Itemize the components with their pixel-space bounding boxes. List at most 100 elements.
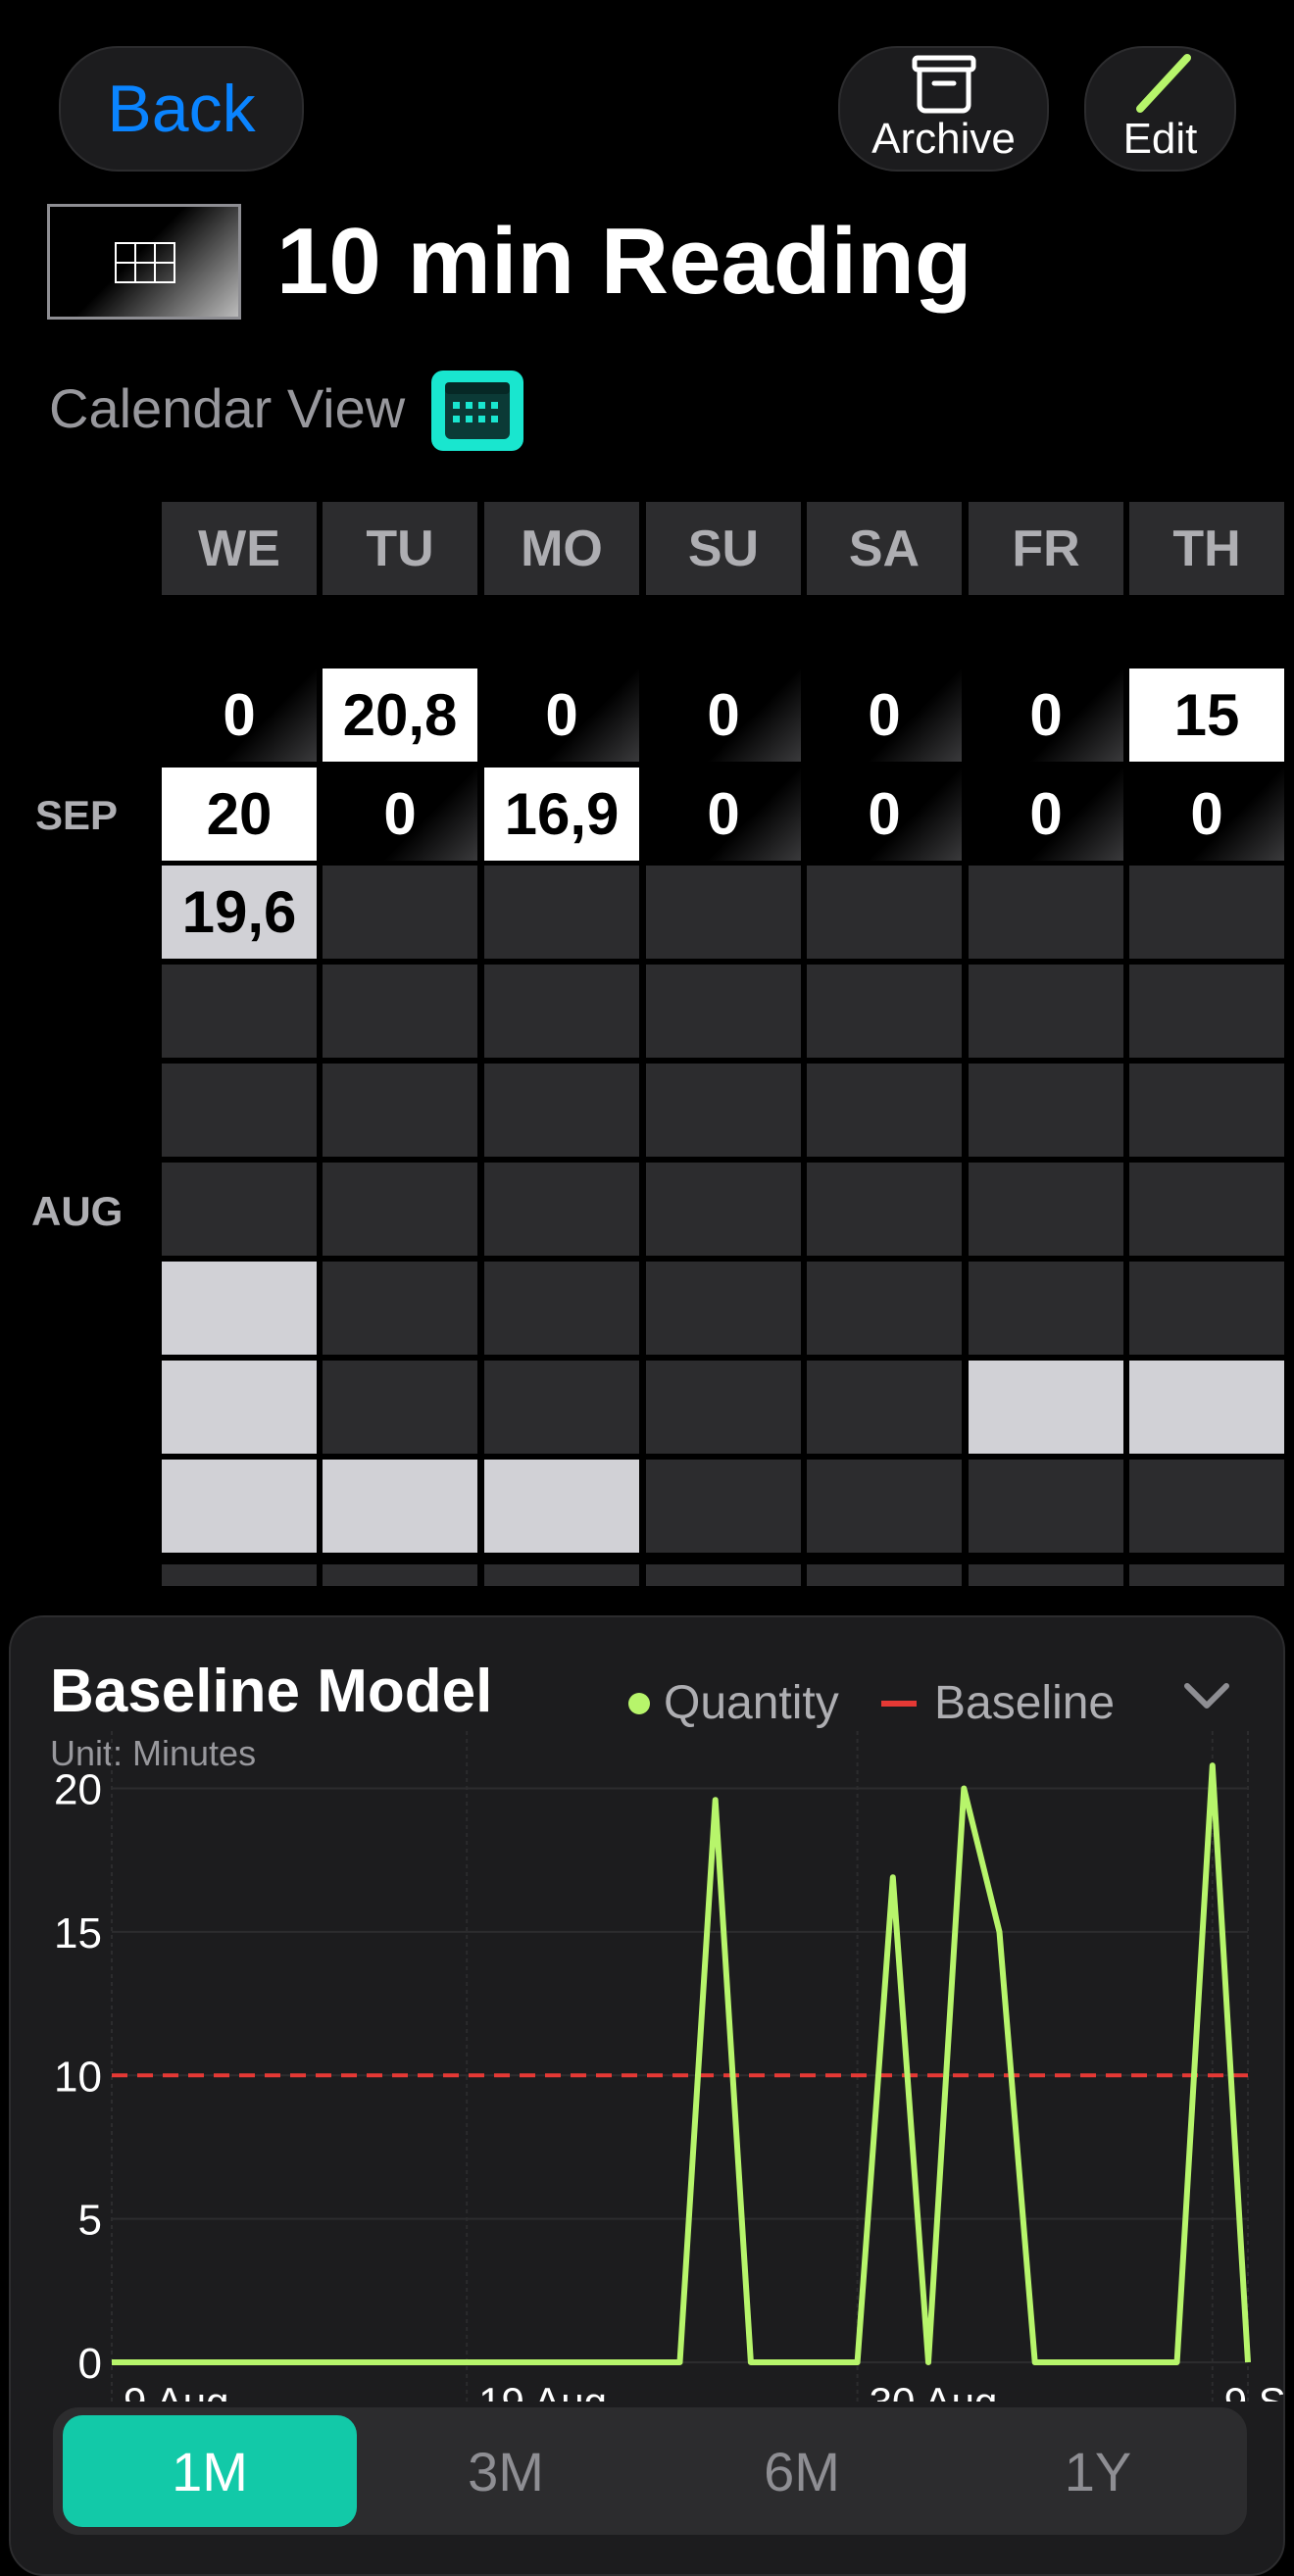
calendar-day-cell[interactable] bbox=[646, 1064, 801, 1157]
calendar-day-cell[interactable] bbox=[484, 965, 639, 1058]
pencil-icon bbox=[1126, 54, 1195, 115]
y-tick-label: 10 bbox=[54, 2053, 102, 2101]
calendar-day-cell[interactable] bbox=[484, 1262, 639, 1355]
calendar-day-cell[interactable]: 0 bbox=[969, 768, 1123, 861]
habit-title: 10 min Reading bbox=[276, 208, 972, 316]
calendar-day-cell[interactable]: 19,6 bbox=[162, 866, 317, 959]
calendar-day-cell[interactable]: 0 bbox=[646, 669, 801, 762]
calendar-day-cell[interactable] bbox=[1129, 1262, 1284, 1355]
calendar-day-cell[interactable] bbox=[162, 1064, 317, 1157]
calendar-day-cell[interactable] bbox=[807, 1163, 962, 1256]
calendar-day-cell[interactable] bbox=[807, 1064, 962, 1157]
calendar-day-cell[interactable] bbox=[646, 1163, 801, 1256]
archive-button[interactable]: Archive bbox=[838, 46, 1049, 172]
y-tick-label: 5 bbox=[78, 2197, 102, 2245]
calendar-day-cell[interactable] bbox=[969, 1163, 1123, 1256]
calendar-day-cell[interactable]: 0 bbox=[484, 669, 639, 762]
calendar-day-cell[interactable] bbox=[484, 1361, 639, 1454]
x-tick-label: 9 Aug bbox=[124, 2379, 228, 2402]
range-tab-6m[interactable]: 6M bbox=[655, 2415, 949, 2527]
quantity-line bbox=[112, 1765, 1248, 2362]
calendar-day-cell[interactable] bbox=[807, 1361, 962, 1454]
calendar-day-cell[interactable]: 0 bbox=[1129, 768, 1284, 861]
calendar-day-cell[interactable] bbox=[969, 965, 1123, 1058]
calendar-day-cell[interactable] bbox=[323, 1064, 477, 1157]
calendar-day-cell[interactable]: 20 bbox=[162, 768, 317, 861]
range-tab-3m[interactable]: 3M bbox=[359, 2415, 653, 2527]
calendar-day-cell[interactable] bbox=[162, 1460, 317, 1553]
calendar-day-cell[interactable] bbox=[162, 1262, 317, 1355]
calendar-day-cell[interactable]: 20,8 bbox=[323, 669, 477, 762]
calendar-day-cell[interactable] bbox=[484, 1460, 639, 1553]
calendar-day-cell[interactable]: 16,9 bbox=[484, 768, 639, 861]
calendar-day-cell-partial bbox=[969, 1564, 1123, 1586]
back-button[interactable]: Back bbox=[59, 46, 304, 172]
calendar-day-cell[interactable] bbox=[969, 866, 1123, 959]
calendar-day-cell-partial bbox=[1129, 1564, 1284, 1586]
calendar-day-cell[interactable]: 0 bbox=[162, 669, 317, 762]
calendar-day-cell-partial bbox=[162, 1564, 317, 1586]
calendar-day-cell[interactable] bbox=[162, 1163, 317, 1256]
calendar-day-cell[interactable] bbox=[969, 1262, 1123, 1355]
calendar-day-cell[interactable] bbox=[646, 1361, 801, 1454]
calendar-day-cell[interactable] bbox=[807, 1460, 962, 1553]
calendar-day-cell[interactable] bbox=[646, 965, 801, 1058]
calendar-day-cell[interactable]: 0 bbox=[807, 669, 962, 762]
calendar-day-cell[interactable] bbox=[162, 965, 317, 1058]
calendar-day-cell[interactable] bbox=[484, 1163, 639, 1256]
calendar-day-cell[interactable] bbox=[323, 866, 477, 959]
weekday-header: MO bbox=[484, 502, 639, 595]
calendar-day-cell[interactable] bbox=[646, 1262, 801, 1355]
weekday-header: FR bbox=[969, 502, 1123, 595]
calendar-day-cell[interactable] bbox=[484, 1064, 639, 1157]
calendar-day-cell[interactable]: 0 bbox=[807, 768, 962, 861]
month-label-sep: SEP bbox=[35, 792, 118, 839]
grid-icon bbox=[115, 242, 175, 283]
calendar-day-cell[interactable] bbox=[1129, 866, 1284, 959]
weekday-header: WE bbox=[162, 502, 317, 595]
calendar-day-cell[interactable] bbox=[1129, 1064, 1284, 1157]
calendar-day-cell[interactable] bbox=[807, 1262, 962, 1355]
calendar-day-cell[interactable] bbox=[323, 1163, 477, 1256]
archive-label: Archive bbox=[871, 115, 1016, 164]
x-tick-label: 19 Aug bbox=[478, 2379, 607, 2402]
calendar-day-cell[interactable] bbox=[807, 866, 962, 959]
range-selector: 1M3M6M1Y bbox=[53, 2407, 1247, 2535]
calendar-day-cell[interactable] bbox=[1129, 1163, 1284, 1256]
month-label-aug: AUG bbox=[31, 1188, 123, 1235]
calendar-day-cell[interactable]: 0 bbox=[646, 768, 801, 861]
calendar-day-cell[interactable]: 0 bbox=[323, 768, 477, 861]
calendar-day-cell-partial bbox=[807, 1564, 962, 1586]
calendar-day-cell[interactable] bbox=[646, 866, 801, 959]
line-chart: 051015209 Aug19 Aug30 Aug9 Sep bbox=[11, 1617, 1283, 2402]
weekday-header: TH bbox=[1129, 502, 1284, 595]
calendar-day-cell[interactable] bbox=[323, 965, 477, 1058]
calendar-day-cell[interactable] bbox=[646, 1460, 801, 1553]
range-tab-1y[interactable]: 1Y bbox=[951, 2415, 1245, 2527]
calendar-day-cell[interactable] bbox=[162, 1361, 317, 1454]
range-tab-1m[interactable]: 1M bbox=[63, 2415, 357, 2527]
calendar-day-cell[interactable] bbox=[969, 1064, 1123, 1157]
calendar-day-cell[interactable]: 0 bbox=[969, 669, 1123, 762]
calendar-day-cell-partial bbox=[484, 1564, 639, 1586]
calendar-day-cell[interactable] bbox=[1129, 1460, 1284, 1553]
calendar-toggle-button[interactable] bbox=[431, 371, 523, 451]
calendar-day-cell[interactable] bbox=[1129, 1361, 1284, 1454]
calendar-day-cell[interactable] bbox=[969, 1460, 1123, 1553]
calendar-day-cell[interactable] bbox=[323, 1460, 477, 1553]
calendar-day-cell[interactable] bbox=[807, 965, 962, 1058]
calendar-day-cell[interactable] bbox=[1129, 965, 1284, 1058]
weekday-header: TU bbox=[323, 502, 477, 595]
y-tick-label: 20 bbox=[54, 1766, 102, 1814]
back-label: Back bbox=[107, 71, 255, 147]
calendar-day-cell[interactable] bbox=[323, 1262, 477, 1355]
calendar-day-cell[interactable] bbox=[323, 1361, 477, 1454]
calendar-day-cell-partial bbox=[646, 1564, 801, 1586]
x-tick-label: 30 Aug bbox=[870, 2379, 998, 2402]
edit-button[interactable]: Edit bbox=[1084, 46, 1236, 172]
y-tick-label: 15 bbox=[54, 1909, 102, 1957]
calendar-day-cell[interactable] bbox=[969, 1361, 1123, 1454]
calendar-day-cell[interactable]: 15 bbox=[1129, 669, 1284, 762]
calendar-day-cell[interactable] bbox=[484, 866, 639, 959]
y-tick-label: 0 bbox=[78, 2340, 102, 2388]
